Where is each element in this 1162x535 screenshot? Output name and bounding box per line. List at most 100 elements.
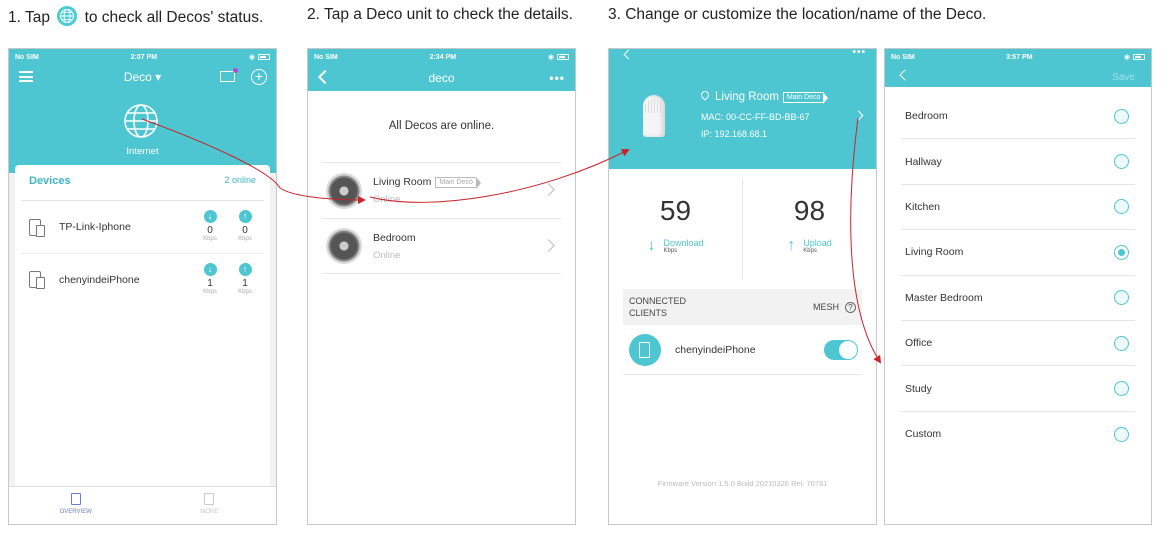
tab-more[interactable]: MORE bbox=[143, 487, 277, 524]
location-pin-icon bbox=[699, 89, 711, 101]
ip-address: IP: 192.168.68.1 bbox=[701, 129, 768, 139]
location-option[interactable]: Custom bbox=[901, 412, 1135, 457]
network-selector[interactable]: Deco ▾ bbox=[124, 70, 161, 84]
phone-location-picker-screen: No SIM 3:57 PM ◉ Save Bedroom Hallway Kitc… bbox=[884, 48, 1152, 525]
location-option-label: Kitchen bbox=[905, 200, 941, 213]
location-option[interactable]: Master Bedroom bbox=[901, 276, 1135, 321]
devices-card: Devices 2 online TP-Link-Iphone ↓ 0 Kbps… bbox=[15, 165, 270, 487]
overview-icon bbox=[70, 493, 81, 505]
back-icon[interactable] bbox=[317, 69, 333, 85]
location-picker-header: No SIM 3:57 PM ◉ Save bbox=[885, 49, 1151, 87]
tab-bar: OVERVIEW MORE bbox=[9, 486, 276, 524]
up-arrow-icon: ↑ bbox=[238, 263, 252, 276]
download-rate: ↓ 1 Kbps bbox=[199, 263, 221, 295]
rate-unit: Kbps bbox=[238, 236, 252, 242]
device-name: TP-Link-Iphone bbox=[59, 221, 131, 233]
upload-value: 0 bbox=[242, 225, 248, 236]
download-stat: 59 ↓ Download Kbps bbox=[609, 179, 742, 279]
mesh-label: MESH bbox=[812, 302, 839, 312]
devices-card-header: Devices 2 online bbox=[21, 165, 264, 201]
step-1-text: 1. Tap bbox=[8, 9, 50, 26]
more-options-icon[interactable]: ••• bbox=[852, 49, 866, 58]
more-options-icon[interactable]: ••• bbox=[549, 71, 565, 85]
clock: 2:07 PM bbox=[130, 53, 158, 61]
mac-address: MAC: 00-CC-FF-BD-BB-67 bbox=[701, 112, 810, 122]
help-icon[interactable]: ? bbox=[845, 301, 856, 313]
chevron-right-icon bbox=[542, 183, 555, 196]
location-option-label: Study bbox=[905, 382, 932, 395]
device-name: chenyindeiPhone bbox=[59, 273, 140, 286]
location-option[interactable]: Living Room bbox=[901, 230, 1135, 276]
internet-globe-icon[interactable] bbox=[123, 103, 159, 139]
deco-list-header: No SIM 2:34 PM ◉ deco ••• bbox=[308, 49, 575, 91]
add-icon[interactable]: + bbox=[251, 69, 267, 85]
unit-status: Online bbox=[373, 194, 401, 205]
download-value: 0 bbox=[207, 225, 213, 236]
tab-more-label: MORE bbox=[200, 509, 219, 515]
deco-unit-name: Living Room Main Deco bbox=[373, 176, 482, 189]
radio-unchecked-icon[interactable] bbox=[1114, 426, 1129, 442]
deco-unit-bedroom[interactable]: Bedroom Online bbox=[322, 218, 561, 274]
step-1-text-after: to check all Decos' status. bbox=[84, 9, 264, 26]
globe-icon bbox=[57, 6, 78, 26]
more-grid-icon bbox=[204, 493, 215, 505]
status-bar: No SIM 2:07 PM ◉ bbox=[9, 49, 276, 65]
rate-unit: Kbps bbox=[203, 236, 217, 242]
location-option-label: Custom bbox=[905, 428, 942, 441]
radio-unchecked-icon[interactable] bbox=[1114, 108, 1129, 124]
page-title: deco bbox=[428, 71, 455, 85]
location-row[interactable]: Living Room Main Deco bbox=[699, 89, 829, 104]
status-bar: No SIM 2:34 PM ◉ bbox=[308, 49, 575, 65]
save-button[interactable]: Save bbox=[1112, 72, 1135, 83]
radio-checked-icon[interactable] bbox=[1114, 244, 1129, 260]
client-name: chenyindeiPhone bbox=[675, 343, 756, 356]
download-rate: ↓ 0 Kbps bbox=[199, 210, 221, 242]
tab-overview[interactable]: OVERVIEW bbox=[9, 487, 143, 524]
mail-icon[interactable] bbox=[220, 68, 238, 82]
location-option[interactable]: Kitchen bbox=[901, 185, 1135, 231]
firmware-version: Firmware Version 1.5.0 Build 20210326 Re… bbox=[657, 479, 828, 488]
radio-unchecked-icon[interactable] bbox=[1114, 154, 1129, 170]
location-option[interactable]: Study bbox=[901, 366, 1135, 412]
client-row: chenyindeiPhone bbox=[623, 325, 862, 375]
upload-value: 1 bbox=[242, 278, 248, 289]
online-message: All Decos are online. bbox=[388, 120, 495, 132]
location-option-label: Bedroom bbox=[905, 110, 948, 123]
radio-unchecked-icon[interactable] bbox=[1114, 199, 1129, 215]
location-option-label: Master Bedroom bbox=[905, 291, 983, 304]
radio-unchecked-icon[interactable] bbox=[1114, 335, 1129, 351]
location-option[interactable]: Hallway bbox=[901, 139, 1135, 185]
up-arrow-icon: ↑ bbox=[787, 237, 796, 254]
back-icon[interactable] bbox=[623, 49, 634, 60]
phone-overview-screen: No SIM 2:07 PM ◉ Deco ▾ + Internet Devic… bbox=[8, 48, 277, 525]
location-option-label: Hallway bbox=[905, 155, 942, 168]
carrier-label: No SIM bbox=[15, 53, 39, 61]
device-row[interactable]: TP-Link-Iphone ↓ 0 Kbps ↑ 0 Kbps bbox=[21, 201, 264, 253]
status-bar: No SIM 3:57 PM ◉ bbox=[885, 49, 1151, 65]
nav-bar: Deco ▾ + bbox=[9, 65, 276, 89]
back-icon[interactable] bbox=[899, 69, 911, 81]
menu-icon[interactable] bbox=[19, 71, 33, 82]
clients-title-line-2: CLIENTS bbox=[629, 308, 668, 318]
rate-unit: Kbps bbox=[238, 289, 252, 295]
location-option[interactable]: Bedroom bbox=[901, 94, 1135, 140]
chevron-right-icon[interactable] bbox=[853, 110, 864, 121]
unit-status: Online bbox=[373, 249, 401, 261]
mesh-toggle[interactable] bbox=[824, 339, 858, 360]
down-arrow-icon: ↓ bbox=[203, 263, 217, 276]
deco-unit-living-room[interactable]: Living Room Main Deco Online bbox=[322, 162, 561, 218]
devices-title: Devices bbox=[29, 175, 71, 187]
overview-header: No SIM 2:07 PM ◉ Deco ▾ + Internet bbox=[9, 49, 276, 165]
step-3-caption: 3. Change or customize the location/name… bbox=[608, 6, 987, 23]
upload-label: Upload bbox=[803, 238, 832, 248]
deco-details-header: ••• Living Room Main Deco MAC: 00-CC-FF-B… bbox=[609, 49, 876, 169]
rate-unit: Kbps bbox=[203, 289, 217, 295]
down-arrow-icon: ↓ bbox=[203, 210, 217, 223]
devices-section: Devices 2 online TP-Link-Iphone ↓ 0 Kbps… bbox=[9, 165, 276, 487]
download-unit: Kbps bbox=[663, 248, 678, 254]
radio-unchecked-icon[interactable] bbox=[1114, 290, 1129, 306]
radio-unchecked-icon[interactable] bbox=[1114, 381, 1129, 397]
location-option[interactable]: Office bbox=[901, 321, 1135, 367]
device-row[interactable]: chenyindeiPhone ↓ 1 Kbps ↑ 1 Kbps bbox=[21, 253, 264, 305]
device-phone-icon bbox=[29, 218, 45, 237]
